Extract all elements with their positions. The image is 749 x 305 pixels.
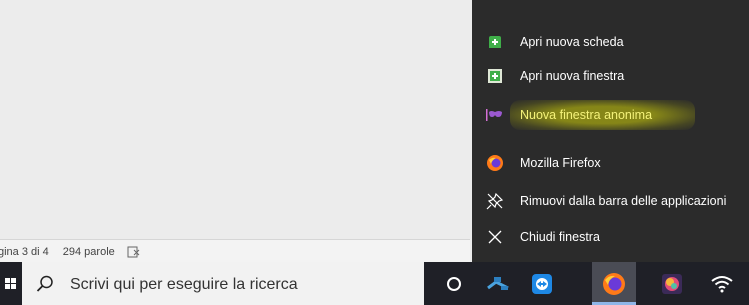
network-app-icon <box>487 276 509 290</box>
firefox-icon <box>486 154 504 172</box>
jumplist-item-label: Rimuovi dalla barra delle applicazioni <box>520 194 727 208</box>
jumplist-item-label: Nuova finestra anonima <box>520 108 653 122</box>
taskbar-app-teamviewer[interactable] <box>520 262 564 305</box>
cortana-icon <box>447 276 461 291</box>
jumplist-item-unpin[interactable]: Rimuovi dalla barra delle applicazioni <box>472 186 749 216</box>
new-tab-icon <box>486 33 504 51</box>
windows-taskbar <box>0 262 749 305</box>
jumplist-item-label: Chiudi finestra <box>520 230 600 244</box>
taskbar-app-colorful[interactable] <box>650 262 694 305</box>
firefox-jump-list: Apri nuova scheda Apri nuova finestra Nu… <box>472 0 749 262</box>
private-window-icon <box>486 106 504 124</box>
word-status-bar: gina 3 di 4 294 parole <box>0 239 470 263</box>
close-icon <box>486 228 504 246</box>
wifi-status[interactable] <box>700 262 744 305</box>
page-info[interactable]: gina 3 di 4 <box>0 246 49 258</box>
word-count[interactable]: 294 parole <box>63 246 115 258</box>
jumplist-item-firefox[interactable]: Mozilla Firefox <box>472 148 749 178</box>
document-page <box>0 0 470 262</box>
new-window-icon <box>486 67 504 85</box>
taskbar-search-box[interactable] <box>22 262 424 305</box>
teamviewer-icon <box>532 273 552 294</box>
cortana-button[interactable] <box>432 262 476 305</box>
jumplist-item-label: Apri nuova scheda <box>520 35 624 49</box>
search-icon <box>36 275 53 292</box>
unpin-icon <box>486 192 504 210</box>
wifi-icon <box>711 275 733 292</box>
jumplist-item-label: Apri nuova finestra <box>520 69 625 83</box>
jumplist-item-new-window[interactable]: Apri nuova finestra <box>472 61 749 91</box>
start-button[interactable] <box>0 262 22 305</box>
firefox-icon <box>603 272 625 295</box>
jumplist-item-label: Mozilla Firefox <box>520 156 601 170</box>
colorful-app-icon <box>662 273 682 294</box>
taskbar-app-firefox[interactable] <box>592 262 636 305</box>
windows-start-icon <box>5 277 16 289</box>
jumplist-item-private-window[interactable]: Nuova finestra anonima <box>472 100 749 130</box>
jumplist-item-close[interactable]: Chiudi finestra <box>472 222 749 252</box>
jumplist-item-new-tab[interactable]: Apri nuova scheda <box>472 27 749 57</box>
taskbar-app-network[interactable] <box>476 262 520 305</box>
proofing-icon[interactable] <box>127 246 141 258</box>
search-input[interactable] <box>68 271 412 299</box>
